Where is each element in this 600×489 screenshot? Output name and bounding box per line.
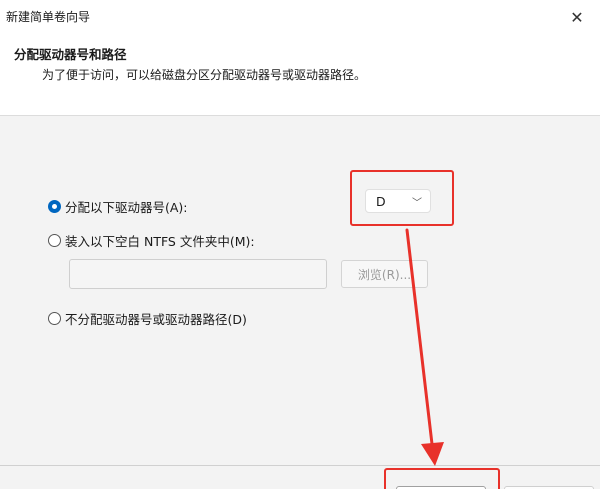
drive-letter-select[interactable]: D ﹀ xyxy=(365,189,431,213)
no-assign-option[interactable]: 不分配驱动器号或驱动器路径(D) xyxy=(48,309,247,328)
radio-unselected-icon[interactable] xyxy=(48,312,61,325)
mount-folder-option[interactable]: 装入以下空白 NTFS 文件夹中(M): xyxy=(48,231,255,250)
close-icon[interactable]: ✕ xyxy=(554,0,600,34)
wizard-header: 分配驱动器号和路径 为了便于访问，可以给磁盘分区分配驱动器号或驱动器路径。 xyxy=(0,34,600,116)
title-bar: 新建简单卷向导 ✕ xyxy=(0,0,600,34)
page-description: 为了便于访问，可以给磁盘分区分配驱动器号或驱动器路径。 xyxy=(42,68,367,82)
assign-letter-option[interactable]: 分配以下驱动器号(A): xyxy=(48,197,188,216)
assign-letter-label: 分配以下驱动器号(A): xyxy=(65,200,188,215)
no-assign-label: 不分配驱动器号或驱动器路径(D) xyxy=(65,312,247,327)
wizard-footer xyxy=(0,465,600,489)
window-title: 新建简单卷向导 xyxy=(6,10,91,24)
chevron-down-icon: ﹀ xyxy=(412,197,422,209)
radio-unselected-icon[interactable] xyxy=(48,234,61,247)
browse-button[interactable]: 浏览(R)... xyxy=(341,260,428,288)
radio-selected-icon[interactable] xyxy=(48,200,61,213)
wizard-content: 分配以下驱动器号(A): D ﹀ 装入以下空白 NTFS 文件夹中(M): 浏览… xyxy=(0,117,600,465)
drive-letter-value: D xyxy=(376,193,386,209)
next-button-highlight xyxy=(384,468,500,489)
page-title: 分配驱动器号和路径 xyxy=(14,47,127,62)
mount-folder-label: 装入以下空白 NTFS 文件夹中(M): xyxy=(65,234,255,249)
folder-path-input[interactable] xyxy=(69,259,327,289)
